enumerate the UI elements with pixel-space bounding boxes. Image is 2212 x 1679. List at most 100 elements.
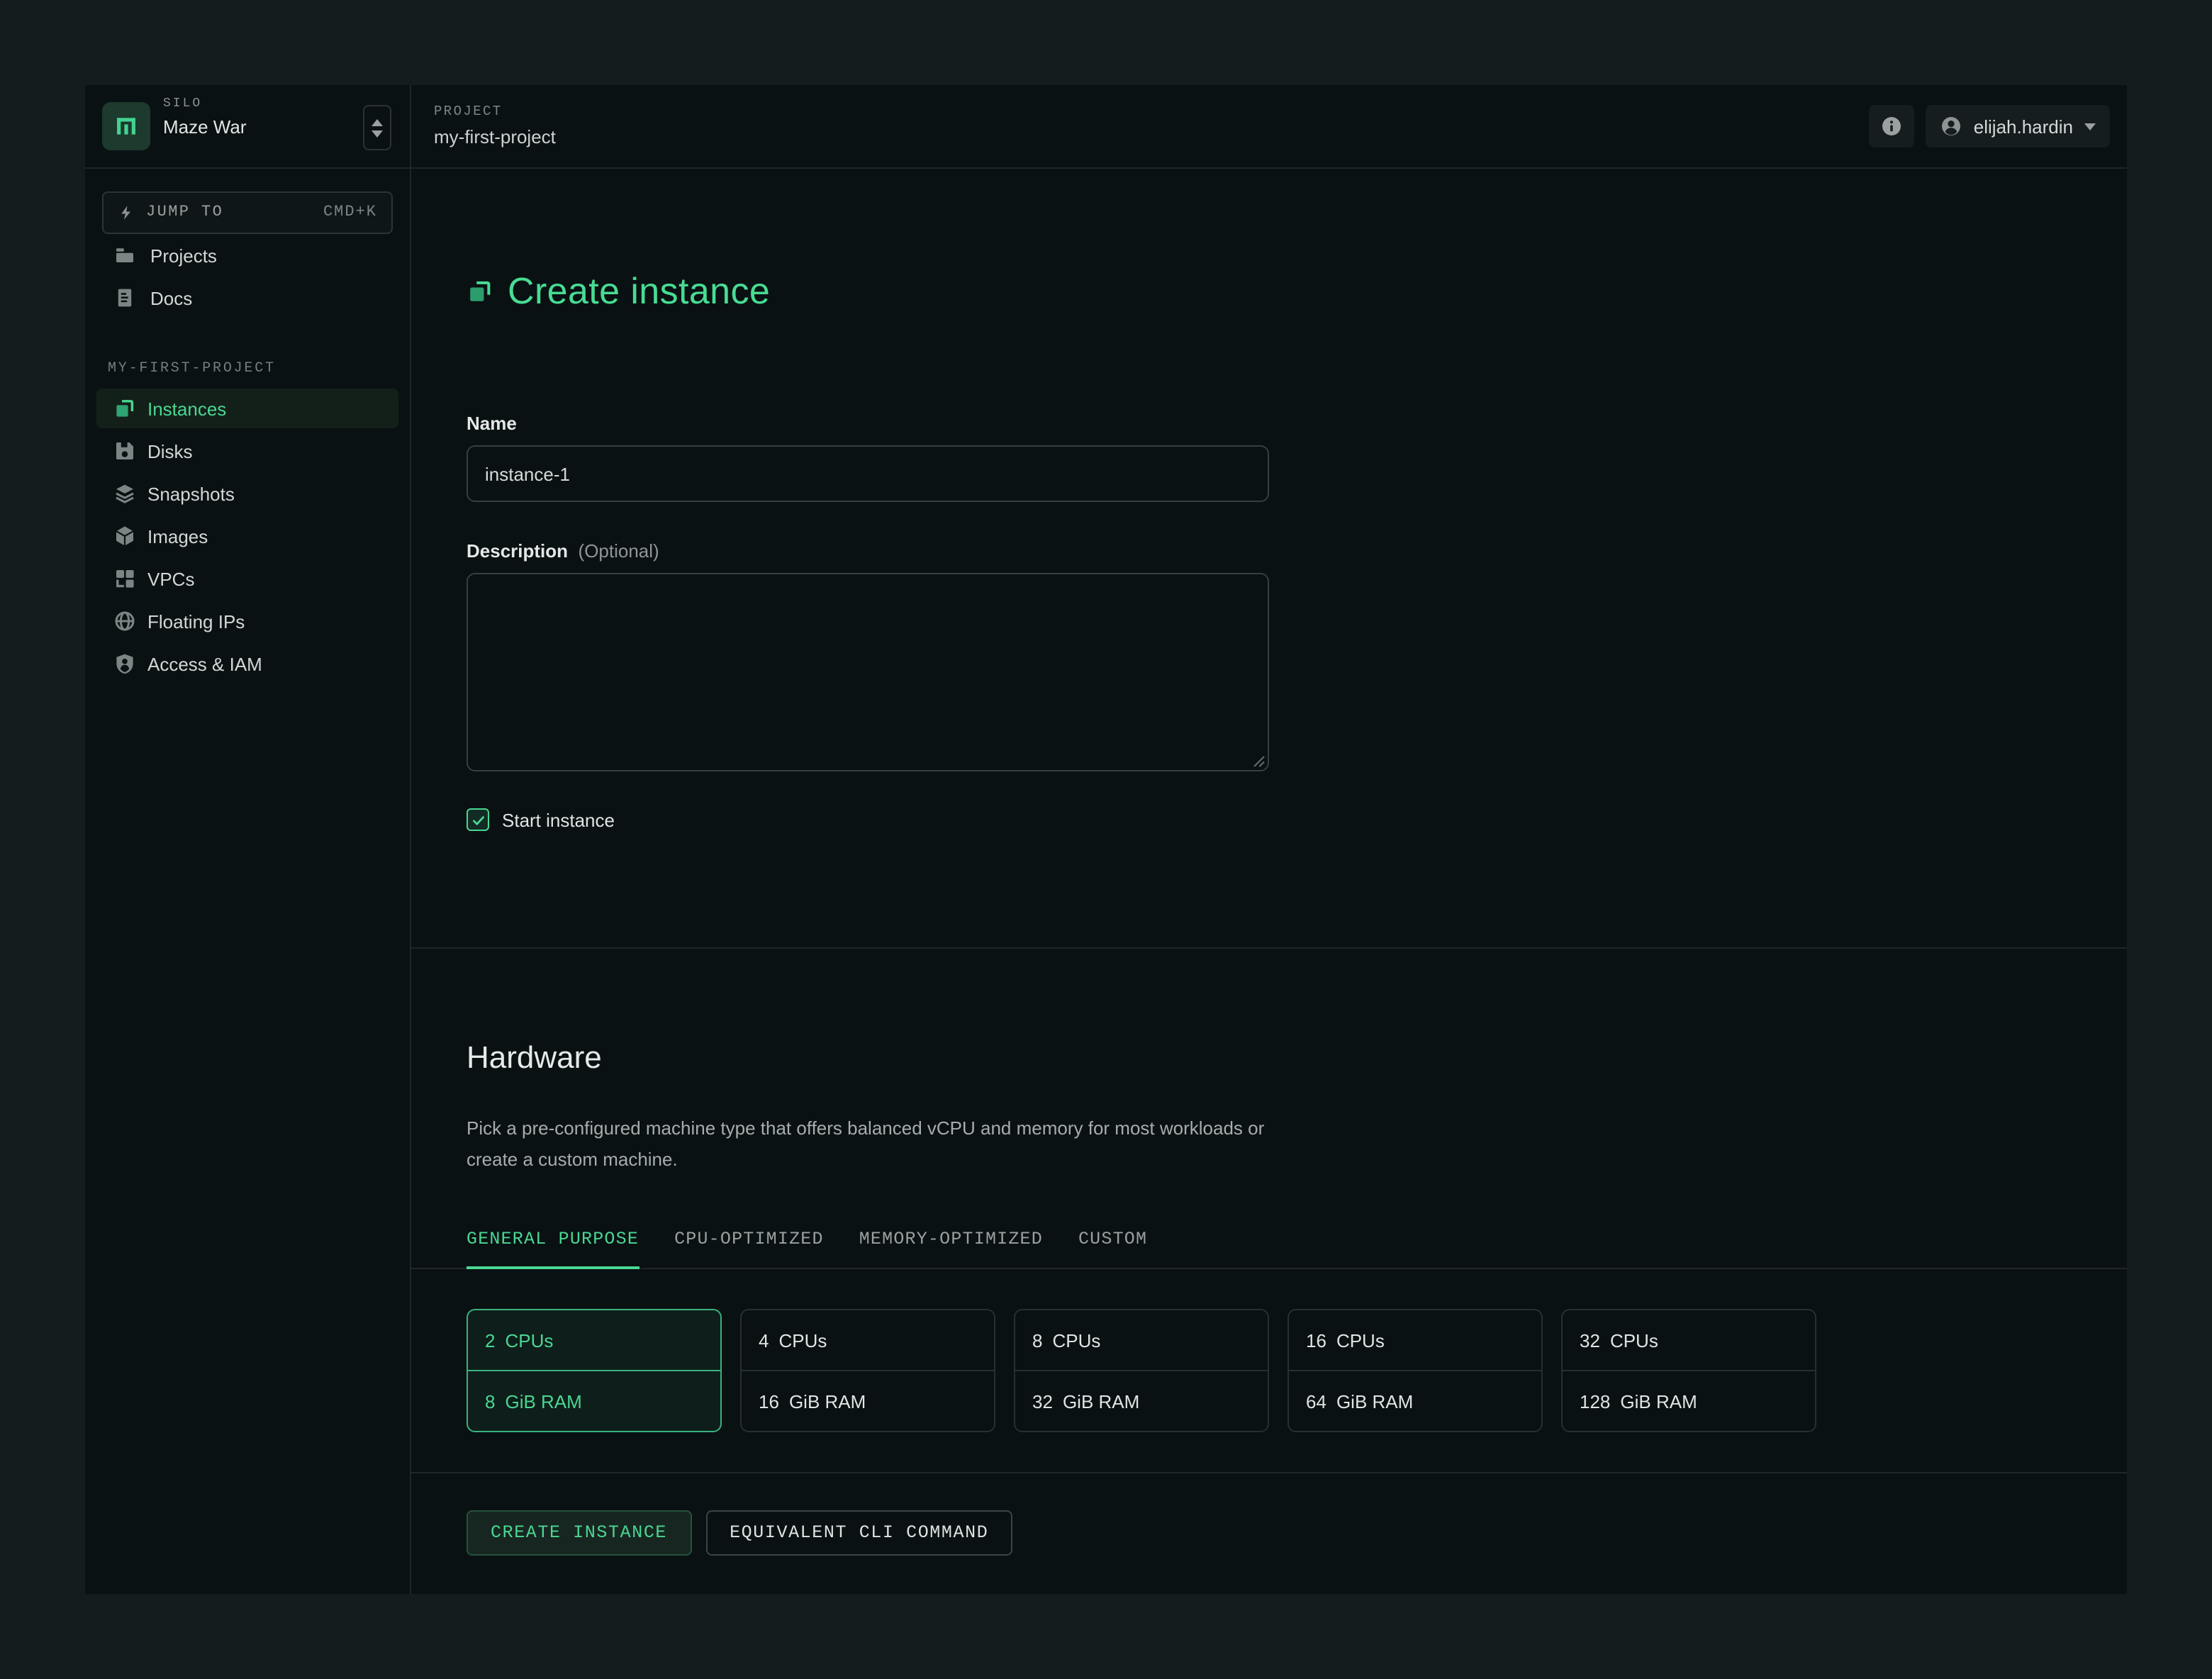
sidebar-item-label: VPCs <box>147 568 195 589</box>
tab-custom[interactable]: CUSTOM <box>1078 1229 1147 1268</box>
silo-switcher[interactable]: SILO Maze War <box>85 85 411 167</box>
cpu-unit: CPUs <box>1609 1329 1658 1351</box>
ram-count: 16 <box>759 1390 779 1412</box>
shield-person-icon <box>113 652 136 675</box>
sidebar-item-disks[interactable]: Disks <box>96 431 398 471</box>
cpu-count: 4 <box>759 1329 769 1351</box>
instances-icon <box>470 281 491 301</box>
top-bar-actions: elijah.hardin <box>1868 105 2110 147</box>
form-actions: CREATE INSTANCE EQUIVALENT CLI COMMAND <box>467 1510 2127 1556</box>
cpu-count: 16 <box>1306 1329 1326 1351</box>
tab-memory-optimized[interactable]: MEMORY-OPTIMIZED <box>859 1229 1043 1268</box>
cpu-unit: CPUs <box>1052 1329 1101 1351</box>
sidebar-item-instances[interactable]: Instances <box>96 389 398 428</box>
project-breadcrumb[interactable]: PROJECT my-first-project <box>411 85 556 167</box>
description-optional-text <box>573 540 578 562</box>
jump-to-shortcut: CMD+K <box>323 204 377 221</box>
sidebar-item-label: Projects <box>150 245 217 266</box>
ram-count: 8 <box>485 1390 496 1412</box>
project-label: PROJECT <box>434 104 503 119</box>
silo-info: SILO Maze War <box>163 96 247 138</box>
create-instance-button[interactable]: CREATE INSTANCE <box>467 1510 692 1556</box>
check-icon <box>472 815 484 825</box>
cpu-count: 8 <box>1032 1329 1043 1351</box>
silo-label: SILO <box>163 96 203 111</box>
hardware-tabs: GENERAL PURPOSE CPU-OPTIMIZED MEMORY-OPT… <box>410 1229 2127 1269</box>
page-title: Create instance <box>508 269 771 312</box>
sidebar-item-vpcs[interactable]: VPCs <box>96 559 398 598</box>
name-input[interactable] <box>467 445 1269 502</box>
project-name: my-first-project <box>434 125 556 147</box>
resize-handle-icon[interactable] <box>1251 753 1265 767</box>
hardware-description: Pick a pre-configured machine type that … <box>467 1117 1265 1170</box>
cube-icon <box>113 525 136 547</box>
sidebar-item-label: Instances <box>147 398 227 419</box>
tab-general-purpose[interactable]: GENERAL PURPOSE <box>467 1229 639 1269</box>
sidebar-item-access-iam[interactable]: Access & IAM <box>96 644 398 684</box>
cpu-count: 32 <box>1580 1329 1600 1351</box>
ram-unit: GiB RAM <box>1062 1390 1140 1412</box>
sidebar-item-label: Floating IPs <box>147 610 245 632</box>
optional-hint: (Optional) <box>578 540 659 562</box>
app-window: SILO Maze War PROJECT my-first-project e… <box>85 85 2127 1594</box>
ram-unit: GiB RAM <box>1620 1390 1697 1412</box>
ram-count: 32 <box>1032 1390 1053 1412</box>
desktop: SILO Maze War PROJECT my-first-project e… <box>0 0 2212 1679</box>
cpu-unit: CPUs <box>1336 1329 1385 1351</box>
main-content: Create instance Name Description (Option… <box>410 167 2127 1594</box>
description-textarea[interactable] <box>467 573 1269 771</box>
start-instance-checkbox[interactable] <box>467 808 489 831</box>
cpu-count: 2 <box>485 1329 496 1351</box>
start-instance-label: Start instance <box>502 809 615 830</box>
ram-unit: GiB RAM <box>1336 1390 1414 1412</box>
sidebar-item-snapshots[interactable]: Snapshots <box>96 474 398 513</box>
sidebar-item-label: Disks <box>147 440 193 462</box>
sidebar-item-projects[interactable]: Projects <box>85 234 410 277</box>
equivalent-cli-command-button[interactable]: EQUIVALENT CLI COMMAND <box>705 1510 1013 1556</box>
user-menu-button[interactable]: elijah.hardin <box>1925 105 2110 147</box>
machine-type-card[interactable]: 32 CPUs 128 GiB RAM <box>1561 1309 1816 1432</box>
user-avatar-icon <box>1941 117 1960 135</box>
machine-type-card[interactable]: 4 CPUs 16 GiB RAM <box>740 1309 995 1432</box>
section-divider <box>410 1472 2127 1473</box>
bolt-icon <box>121 206 130 220</box>
sidebar-item-label: Docs <box>150 287 193 308</box>
tab-cpu-optimized[interactable]: CPU-OPTIMIZED <box>674 1229 824 1268</box>
sidebar-item-floating-ips[interactable]: Floating IPs <box>96 601 398 641</box>
sidebar-item-docs[interactable]: Docs <box>85 277 410 319</box>
machine-type-card[interactable]: 8 CPUs 32 GiB RAM <box>1014 1309 1269 1432</box>
layers-icon <box>113 482 136 505</box>
grid-icon <box>113 567 136 590</box>
page-title-row: Create instance <box>467 269 2127 313</box>
oxide-logo-icon <box>102 102 150 150</box>
disk-icon <box>113 440 136 462</box>
silo-picker-icon[interactable] <box>363 105 391 150</box>
sidebar: JUMP TO CMD+K Projects Docs MY-FIRST-PRO… <box>85 167 411 1594</box>
hardware-title: Hardware <box>467 1039 602 1075</box>
sidebar-item-label: Snapshots <box>147 483 235 504</box>
description-label-text: Description <box>467 540 569 562</box>
ram-count: 128 <box>1580 1390 1611 1412</box>
machine-type-card[interactable]: 16 CPUs 64 GiB RAM <box>1287 1309 1543 1432</box>
cpu-unit: CPUs <box>778 1329 827 1351</box>
top-bar: SILO Maze War PROJECT my-first-project e… <box>85 85 2127 169</box>
user-name: elijah.hardin <box>1973 116 2073 137</box>
sidebar-item-images[interactable]: Images <box>96 516 398 556</box>
jump-to-button[interactable]: JUMP TO CMD+K <box>102 191 393 234</box>
ram-unit: GiB RAM <box>788 1390 866 1412</box>
ram-count: 64 <box>1306 1390 1326 1412</box>
machine-type-card[interactable]: 2 CPUs 8 GiB RAM <box>467 1309 722 1432</box>
sidebar-section-label: MY-FIRST-PROJECT <box>108 362 276 377</box>
info-button[interactable] <box>1868 105 1914 147</box>
section-divider <box>410 947 2127 949</box>
machine-type-cards: 2 CPUs 8 GiB RAM 4 CPUs 16 GiB RAM 8 CPUs 32 G… <box>467 1309 2127 1432</box>
caret-down-icon <box>2084 123 2096 130</box>
silo-name: Maze War <box>163 116 247 138</box>
start-instance-row: Start instance <box>467 808 2127 831</box>
jump-to-label: JUMP TO <box>146 204 224 221</box>
document-icon <box>113 286 136 309</box>
name-label: Name <box>467 413 517 434</box>
folder-icon <box>113 244 136 267</box>
sidebar-item-label: Access & IAM <box>147 653 262 674</box>
description-field-wrap <box>467 573 1269 771</box>
